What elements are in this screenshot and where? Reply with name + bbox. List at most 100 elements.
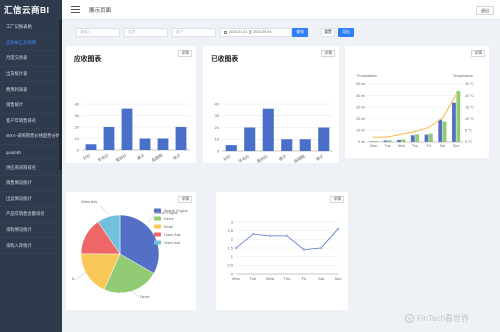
- temperature-point: [454, 93, 458, 97]
- sidebar: 汇信云商BI 工厂记账表格 应收帐汇总周期 月度交易表 出货统计表 费用利润表 销售统计客…: [0, 0, 62, 332]
- sidebar-item[interactable]: 供应商采购排名: [0, 160, 62, 176]
- y-tick-label: 0.5: [227, 263, 233, 268]
- line-chart-card: 详情 0 0.5 1 1.5 2 2.5 3 Mon Tue Wed Thu Fri Sat Sun: [216, 192, 348, 310]
- wechat-logo-icon: ◎: [405, 314, 414, 323]
- x-tick-label: 衬衫: [82, 152, 92, 161]
- x-tick-label: 羊毛衫: [96, 152, 109, 163]
- data-point: [319, 246, 323, 250]
- x-tick-label: Thu: [284, 276, 291, 281]
- bar: [139, 138, 151, 150]
- search-button[interactable]: 查询: [292, 28, 308, 37]
- y-tick-label: 30: [215, 113, 220, 118]
- sidebar-item[interactable]: 费用利润表: [0, 82, 62, 98]
- x-tick-label: Sat: [440, 144, 445, 148]
- sidebar-item[interactable]: 应收帐汇总周期: [0, 36, 62, 52]
- x-tick-label: Wed: [398, 144, 405, 148]
- data-point: [336, 227, 340, 231]
- weekly-line-chart: 00.511.522.53Mon Tue Wed Thu Fri Sat Sun: [227, 219, 341, 281]
- y-tick-label: 10: [75, 136, 80, 141]
- sidebar-item[interactable]: 销售统计: [0, 98, 62, 114]
- receivable-chart-card: 应收图表 详情 0 10 20 30 40 衬衫 羊毛衫 雪纺衫 裤子 高跟鞋 袜子: [66, 46, 196, 163]
- pie-outer-label: E...: [72, 277, 77, 281]
- filter-input-item[interactable]: 品项: [124, 28, 168, 37]
- x-tick-label: 高跟鞋: [150, 152, 163, 163]
- bar: [387, 140, 392, 142]
- y-tick-label: 10: [215, 137, 220, 142]
- bar: [456, 91, 461, 142]
- legend-label: Union Ads: [164, 233, 181, 237]
- x-tick-label: Wed: [266, 276, 274, 281]
- y-tick-label-left: 50 ml: [356, 82, 365, 86]
- bar: [401, 139, 406, 142]
- reset-button[interactable]: 重置: [321, 28, 335, 37]
- legend-swatch: [154, 208, 161, 213]
- y-tick-label: 2.5: [227, 228, 233, 233]
- sidebar-item[interactable]: 产品年销售金额排名: [0, 207, 62, 223]
- y-tick-label-right: 15 °C: [465, 105, 474, 109]
- sidebar-item[interactable]: WXA-采购销售价格趋势分析: [0, 129, 62, 145]
- x-tick-label: Mon: [370, 144, 377, 148]
- x-tick-label: 羊毛衫: [237, 153, 250, 163]
- receivable-bar-chart: 0 10 20 30 40 衬衫 羊毛衫 雪纺衫 裤子 高跟鞋 袜子: [75, 101, 190, 163]
- y-tick-label: 0: [77, 147, 80, 152]
- x-tick-label: Sun: [334, 276, 341, 281]
- label-line: [147, 215, 155, 223]
- y-tick-label-right: 20 °C: [465, 94, 474, 98]
- logout-button[interactable]: 退出: [476, 6, 494, 15]
- x-tick-label: Tue: [385, 144, 391, 148]
- y-tick-label: 3: [231, 219, 234, 224]
- legend-label: Search Engine: [164, 209, 188, 213]
- date-range-picker[interactable]: 2024-01-01 至 2024-09-04: [220, 28, 292, 37]
- legend-swatch: [154, 224, 161, 229]
- x-tick-label: 雪纺衫: [114, 152, 127, 163]
- data-point: [268, 234, 272, 238]
- x-tick-label: Sun: [453, 144, 459, 148]
- watermark-text: FinTech看世界: [417, 314, 470, 323]
- bar: [85, 144, 97, 150]
- sidebar-item[interactable]: 销售情况统计: [0, 176, 62, 192]
- bar: [410, 135, 415, 142]
- temperature-point: [386, 135, 389, 139]
- export-button[interactable]: 导出: [338, 28, 354, 37]
- temperature-point: [400, 133, 403, 136]
- bar: [299, 139, 311, 151]
- y-tick-label: 40: [75, 101, 80, 106]
- bar: [175, 127, 187, 150]
- y-axis-label-left: Precipitation: [357, 74, 377, 78]
- y-tick-label: 30: [75, 113, 80, 118]
- filter-input-1[interactable]: 请输入: [76, 28, 120, 37]
- y-tick-label-left: 0 ml: [358, 140, 365, 144]
- sidebar-item[interactable]: 出货统计表: [0, 67, 62, 83]
- watermark: ◎ FinTech看世界: [405, 313, 469, 324]
- y-tick-label: 20: [215, 125, 220, 130]
- bar: [121, 108, 133, 150]
- sidebar-item[interactable]: 月度交易表: [0, 51, 62, 67]
- x-tick-label: Fri: [302, 276, 307, 281]
- sidebar-item[interactable]: quoteBI: [0, 145, 62, 161]
- x-tick-label: 袜子: [314, 153, 324, 162]
- bar: [452, 102, 456, 142]
- sidebar-item[interactable]: 采购情况统计: [0, 223, 62, 239]
- sidebar-item[interactable]: 工厂记账表格: [0, 20, 62, 36]
- y-tick-label-left: 30 ml: [356, 105, 365, 109]
- sidebar-item[interactable]: 出运情况统计: [0, 192, 62, 208]
- sidebar-item[interactable]: 采购入库统计: [0, 238, 62, 254]
- y-tick-label: 1.5: [227, 245, 233, 250]
- data-point: [251, 232, 255, 236]
- data-point: [234, 246, 238, 250]
- x-tick-label: Mon: [232, 276, 240, 281]
- bar: [415, 134, 420, 142]
- precipitation-temperature-chart: Precipitation Temperature 0 ml 0 °C 10 ml 5 °…: [356, 74, 474, 148]
- y-tick-label-right: 25 °C: [465, 82, 474, 86]
- y-tick-label-left: 40 ml: [356, 94, 365, 98]
- legend-swatch: [154, 216, 161, 221]
- legend-swatch: [154, 240, 161, 245]
- y-axis-label-right: Temperature: [453, 74, 473, 78]
- bar: [262, 108, 274, 151]
- temperature-point: [372, 136, 376, 139]
- sidebar-item[interactable]: 客户年销售排名: [0, 114, 62, 130]
- filter-input-customer[interactable]: 客户: [172, 28, 216, 37]
- received-chart-card: 已收图表 详情 0 10 20 30 40 衬衫 羊毛衫 雪纺衫 裤子 高跟鞋 袜子: [203, 46, 339, 163]
- x-tick-label: Sat: [318, 276, 325, 281]
- hamburger-menu-icon[interactable]: [71, 6, 80, 13]
